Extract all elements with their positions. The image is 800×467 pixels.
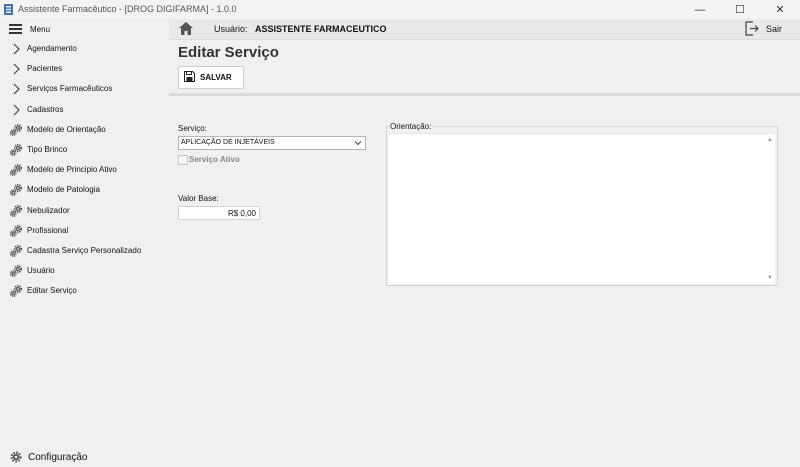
sidebar-item-label: Modelo de Orientação [27, 124, 106, 134]
sidebar-item-label: Profissional [27, 225, 69, 235]
sidebar-item-cadastros[interactable]: Cadastros [0, 100, 169, 120]
window-titlebar: Assistente Farmacêutico - [DROG DIGIFARM… [0, 0, 800, 20]
chevron-right-icon [9, 103, 23, 117]
home-icon[interactable] [179, 22, 193, 35]
app-icon [4, 4, 13, 15]
user-name: ASSISTENTE FARMACEUTICO [255, 24, 387, 34]
minimize-button[interactable]: — [680, 0, 720, 19]
gears-icon [9, 183, 23, 197]
exit-icon[interactable] [745, 21, 759, 36]
sidebar-item-modelo-de-orientacao[interactable]: Modelo de Orientação [0, 120, 169, 140]
exit-label[interactable]: Sair [766, 24, 782, 34]
valor-base-label: Valor Base: [178, 194, 219, 203]
separator [169, 93, 800, 96]
main-content: Editar Serviço SALVAR Serviço: APLICAÇÃO… [169, 40, 800, 466]
gears-icon [9, 143, 23, 157]
valor-base-input[interactable]: R$ 0,00 [178, 206, 260, 220]
sidebar-item-pacientes[interactable]: Pacientes [0, 59, 169, 79]
window-title: Assistente Farmacêutico - [DROG DIGIFARM… [18, 4, 237, 14]
floppy-disk-icon [184, 71, 195, 82]
sidebar-item-label: Editar Serviço [27, 286, 77, 296]
chevron-right-icon [9, 42, 23, 56]
scroll-down-icon[interactable]: ▼ [767, 275, 773, 281]
servico-ativo-checkbox[interactable] [178, 155, 188, 165]
topbar: Usuário: ASSISTENTE FARMACEUTICO Sair [169, 19, 800, 40]
maximize-button[interactable]: ☐ [720, 0, 760, 19]
chevron-right-icon [9, 62, 23, 76]
sidebar-item-profissional[interactable]: Profissional [0, 221, 169, 241]
sidebar-item-servicos-farmaceuticos[interactable]: Serviços Farmacêuticos [0, 79, 169, 99]
sidebar-item-label: Cadastra Serviço Personalizado [27, 246, 142, 255]
chevron-right-icon [9, 82, 23, 96]
sidebar: Menu Agendamento Pacientes Serviços Farmac… [0, 19, 170, 466]
sidebar-item-modelo-de-patologia[interactable]: Modelo de Patologia [0, 180, 169, 200]
hamburger-icon [9, 24, 22, 34]
service-label: Serviço: [178, 124, 207, 133]
gears-icon [9, 244, 23, 258]
sidebar-item-agendamento[interactable]: Agendamento [0, 39, 169, 59]
sidebar-item-label: Serviços Farmacêuticos [27, 84, 113, 94]
close-button[interactable]: ✕ [760, 0, 800, 19]
valor-base-value: R$ 0,00 [227, 209, 256, 218]
save-label: SALVAR [200, 73, 232, 82]
chevron-down-icon [354, 141, 362, 146]
save-button[interactable]: SALVAR [178, 66, 244, 89]
gears-icon [9, 284, 23, 298]
sidebar-item-nebulizador[interactable]: Nebulizador [0, 201, 169, 221]
user-label: Usuário: [214, 24, 248, 34]
sidebar-item-usuario[interactable]: Usuário [0, 261, 169, 281]
sidebar-item-label: Modelo de Principio Ativo [27, 165, 117, 175]
orientacao-textarea[interactable]: ▲ ▼ [389, 133, 775, 284]
sidebar-item-label: Nebulizador [27, 205, 70, 215]
gears-icon [9, 264, 23, 278]
sidebar-item-editar-servico[interactable]: Editar Serviço [0, 281, 169, 301]
service-select-value: APLICAÇÃO DE INJETÁVEIS [181, 139, 275, 146]
gears-icon [9, 204, 23, 218]
gears-icon [9, 163, 23, 177]
sidebar-item-label: Tipo Brinco [27, 145, 68, 154]
orientacao-group: ▲ ▼ [386, 126, 778, 286]
gear-icon [10, 451, 22, 463]
sidebar-item-label: Usuário [27, 266, 55, 276]
configuracao-label: Configuração [28, 452, 88, 463]
service-select[interactable]: APLICAÇÃO DE INJETÁVEIS [178, 136, 366, 150]
gears-icon [9, 224, 23, 238]
gears-icon [9, 123, 23, 137]
sidebar-item-label: Agendamento [27, 44, 77, 53]
sidebar-item-cadastra-servico-personalizado[interactable]: Cadastra Serviço Personalizado [0, 241, 169, 261]
sidebar-item-label: Cadastros [27, 104, 64, 114]
sidebar-item-label: Modelo de Patologia [27, 185, 100, 195]
page-title: Editar Serviço [178, 44, 279, 61]
orientacao-label: Orientação: [389, 122, 433, 131]
menu-label: Menu [30, 25, 51, 34]
sidebar-item-modelo-de-principio-ativo[interactable]: Modelo de Principio Ativo [0, 160, 169, 180]
scroll-up-icon[interactable]: ▲ [767, 137, 773, 143]
sidebar-item-label: Pacientes [27, 64, 63, 74]
menu-toggle[interactable]: Menu [0, 19, 169, 40]
configuracao-button[interactable]: Configuração [0, 447, 169, 467]
servico-ativo-label: Serviço Ativo [189, 155, 240, 164]
sidebar-item-tipo-brinco[interactable]: Tipo Brinco [0, 140, 169, 160]
